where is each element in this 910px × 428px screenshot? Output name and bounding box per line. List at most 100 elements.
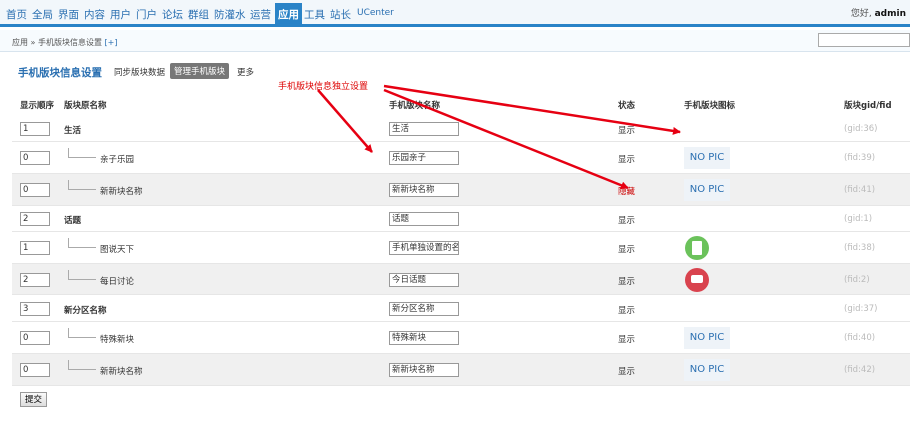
user-greeting: 您好, admin — [851, 6, 906, 19]
table-row: 1 生活 生活 显示 (gid:36) — [12, 115, 910, 142]
status-label: 隐藏 — [618, 187, 636, 197]
mobile-name-input[interactable]: 生活 — [389, 122, 459, 136]
search-input[interactable] — [818, 33, 910, 47]
status-label: 显示 — [618, 306, 636, 316]
display-order-input[interactable]: 1 — [20, 241, 50, 255]
col-header-order: 显示顺序 — [20, 101, 55, 111]
display-order-input[interactable]: 2 — [20, 212, 50, 226]
group-original-name: 新分区名称 — [64, 306, 107, 316]
breadcrumb-text: 应用 » 手机版块信息设置 — [12, 38, 102, 47]
nav-item-interface[interactable]: 界面 — [58, 7, 79, 22]
tree-connector — [68, 360, 96, 370]
forum-id-label: (fid:38) — [844, 243, 876, 253]
nav-item-portal[interactable]: 门户 — [136, 7, 157, 22]
table-row: 0 亲子乐园 乐园亲子 显示 NO PIC (fid:39) — [12, 142, 910, 174]
nav-item-home[interactable]: 首页 — [6, 7, 27, 22]
col-header-original-name: 版块原名称 — [64, 101, 107, 111]
breadcrumb-bar: 应用 » 手机版块信息设置 [+] — [0, 30, 910, 52]
no-pic-icon[interactable]: NO PIC — [684, 327, 730, 349]
tab-more[interactable]: 更多 — [237, 66, 254, 78]
tree-connector — [68, 148, 96, 158]
table-row: 0 特殊新块 特殊新块 显示 NO PIC (fid:40) — [12, 322, 910, 354]
tree-connector — [68, 238, 96, 248]
no-pic-icon[interactable]: NO PIC — [684, 359, 730, 381]
group-original-name: 生活 — [64, 126, 82, 136]
forum-id-label: (gid:36) — [844, 124, 878, 134]
display-order-input[interactable]: 3 — [20, 302, 50, 316]
tree-connector — [68, 270, 96, 280]
greeting-username[interactable]: admin — [875, 9, 906, 19]
greeting-prefix: 您好, — [850, 9, 872, 19]
mobile-name-input[interactable]: 新分区名称 — [389, 302, 459, 316]
mobile-name-input[interactable]: 话题 — [389, 212, 459, 226]
mobile-name-input[interactable]: 今日话题 — [389, 273, 459, 287]
nav-item-webmaster[interactable]: 站长 — [330, 7, 351, 22]
annotation-label: 手机版块信息独立设置 — [278, 82, 369, 92]
nav-item-tools[interactable]: 工具 — [304, 7, 325, 22]
mobile-name-input[interactable]: 手机单独设置的名称 — [389, 241, 459, 255]
forum-id-label: (gid:37) — [844, 304, 878, 314]
col-header-mobile-icon: 手机版块图标 — [684, 101, 736, 111]
nav-item-ucenter[interactable]: UCenter — [357, 8, 394, 18]
top-nav: 首页 全局 界面 内容 用户 门户 论坛 群组 防灌水 运营 应用 工具 站长 … — [0, 0, 910, 27]
forum-id-label: (fid:42) — [844, 365, 876, 375]
mobile-name-input[interactable]: 新新块名称 — [389, 363, 459, 377]
nav-item-groups[interactable]: 群组 — [188, 7, 209, 22]
col-header-gid-fid: 版块gid/fid — [844, 101, 892, 111]
table-row: 0 新新块名称 新新块名称 隐藏 NO PIC (fid:41) — [12, 174, 910, 206]
forum-id-label: (fid:41) — [844, 185, 876, 195]
breadcrumb: 应用 » 手机版块信息设置 [+] — [12, 37, 117, 48]
forum-original-name: 亲子乐园 — [100, 155, 135, 165]
nav-item-forum[interactable]: 论坛 — [162, 7, 183, 22]
tree-connector — [68, 180, 96, 190]
display-order-input[interactable]: 0 — [20, 183, 50, 197]
submit-button[interactable]: 提交 — [20, 392, 48, 407]
table-row: 0 新新块名称 新新块名称 显示 NO PIC (fid:42) — [12, 354, 910, 386]
table-row: 2 话题 话题 显示 (gid:1) — [12, 206, 910, 232]
forum-original-name: 特殊新块 — [100, 335, 135, 345]
phone-icon[interactable] — [685, 236, 709, 260]
forum-original-name: 图说天下 — [100, 245, 135, 255]
mobile-name-input[interactable]: 新新块名称 — [389, 183, 459, 197]
nav-item-operation[interactable]: 运营 — [250, 7, 271, 22]
add-shortcut-link[interactable]: [+] — [105, 38, 118, 47]
nav-item-users[interactable]: 用户 — [110, 7, 131, 22]
status-label: 显示 — [618, 155, 636, 165]
col-header-mobile-name: 手机版块名称 — [389, 101, 441, 111]
table-row: 2 每日讨论 今日话题 显示 (fid:2) — [12, 264, 910, 295]
tab-sync-forum-data[interactable]: 同步版块数据 — [114, 66, 165, 78]
display-order-input[interactable]: 0 — [20, 151, 50, 165]
nav-item-antispam[interactable]: 防灌水 — [214, 7, 246, 22]
nav-item-apps[interactable]: 应用 — [275, 3, 302, 27]
display-order-input[interactable]: 2 — [20, 273, 50, 287]
forum-original-name: 新新块名称 — [100, 367, 143, 377]
status-label: 显示 — [618, 367, 636, 377]
table-row: 1 图说天下 手机单独设置的名称 显示 (fid:38) — [12, 232, 910, 264]
status-label: 显示 — [618, 126, 636, 136]
forum-original-name: 每日讨论 — [100, 277, 135, 287]
status-label: 显示 — [618, 216, 636, 226]
forum-id-label: (gid:1) — [844, 214, 873, 224]
col-header-status: 状态 — [618, 101, 636, 111]
no-pic-icon[interactable]: NO PIC — [684, 179, 730, 201]
tree-connector — [68, 328, 96, 338]
status-label: 显示 — [618, 335, 636, 345]
display-order-input[interactable]: 1 — [20, 122, 50, 136]
mobile-name-input[interactable]: 特殊新块 — [389, 331, 459, 345]
forum-id-label: (fid:2) — [844, 275, 870, 285]
nav-item-content[interactable]: 内容 — [84, 7, 105, 22]
group-original-name: 话题 — [64, 216, 82, 226]
display-order-input[interactable]: 0 — [20, 331, 50, 345]
forum-original-name: 新新块名称 — [100, 187, 143, 197]
page-title: 手机版块信息设置 — [18, 67, 102, 79]
display-order-input[interactable]: 0 — [20, 363, 50, 377]
table-row: 3 新分区名称 新分区名称 显示 (gid:37) — [12, 295, 910, 322]
tab-manage-mobile-forums[interactable]: 管理手机版块 — [170, 63, 230, 79]
no-pic-icon[interactable]: NO PIC — [684, 147, 730, 169]
status-label: 显示 — [618, 277, 636, 287]
nav-item-global[interactable]: 全局 — [32, 7, 53, 22]
forum-id-label: (fid:40) — [844, 333, 876, 343]
mobile-name-input[interactable]: 乐园亲子 — [389, 151, 459, 165]
status-label: 显示 — [618, 245, 636, 255]
chat-icon[interactable] — [685, 268, 709, 292]
